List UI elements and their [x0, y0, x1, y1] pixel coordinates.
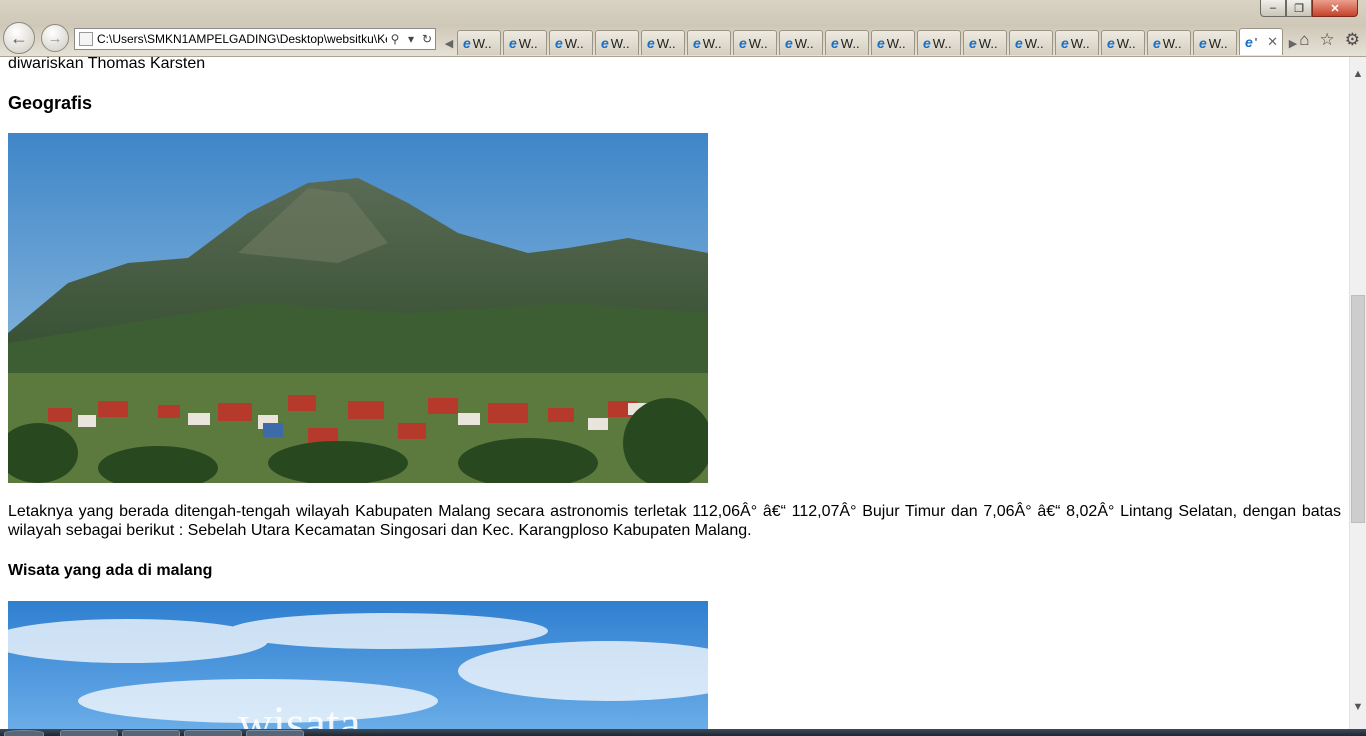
taskbar-app[interactable]: [184, 730, 242, 736]
browser-toolbar: – ❐ ✕ ← → C:\Users\SMKN1AMPELGADING\Desk…: [0, 0, 1366, 57]
mountain-photo: [8, 133, 708, 483]
wisata-photo: wisata: [8, 601, 708, 729]
browser-tab[interactable]: e W..: [1193, 30, 1237, 55]
taskbar-app[interactable]: [246, 730, 304, 736]
arrow-left-icon: ←: [10, 27, 28, 48]
ie-page-icon: e: [509, 35, 517, 51]
address-input[interactable]: C:\Users\SMKN1AMPELGADING\Desktop\websit…: [97, 32, 387, 46]
address-bar[interactable]: C:\Users\SMKN1AMPELGADING\Desktop\websit…: [74, 28, 436, 50]
close-window-button[interactable]: ✕: [1312, 0, 1358, 17]
tab-label: W..: [1070, 35, 1090, 51]
tab-label: W..: [1208, 35, 1228, 51]
browser-tab[interactable]: e W..: [687, 30, 731, 55]
refresh-icon[interactable]: ↻: [419, 32, 435, 46]
browser-tools: ⌂ ☆ ⚙: [1299, 30, 1360, 50]
ie-page-icon: e: [923, 35, 931, 51]
home-icon[interactable]: ⌂: [1299, 30, 1309, 50]
browser-tab[interactable]: e W..: [1147, 30, 1191, 55]
ie-page-icon: e: [831, 35, 839, 51]
tab-strip: ◀ e W.. e W.. e W.. e W.. e W.. e W.. e W.. e W.. e W.. e W…: [441, 27, 1301, 55]
tab-label: W..: [472, 35, 492, 51]
ie-page-icon: e: [693, 35, 701, 51]
browser-tab[interactable]: e W..: [457, 30, 501, 55]
ie-page-icon: e: [739, 35, 747, 51]
tab-label: W..: [1024, 35, 1044, 51]
browser-tab[interactable]: e W..: [963, 30, 1007, 55]
tab-label: ': [1254, 34, 1258, 50]
ie-page-icon: e: [1153, 35, 1161, 51]
heading-wisata: Wisata yang ada di malang: [8, 562, 213, 579]
scroll-up-icon[interactable]: ▲: [1350, 65, 1366, 82]
browser-tab[interactable]: e W..: [549, 30, 593, 55]
dropdown-icon[interactable]: ▾: [403, 32, 419, 46]
ie-page-icon: e: [1107, 35, 1115, 51]
ie-page-icon: e: [877, 35, 885, 51]
taskbar-app[interactable]: [122, 730, 180, 736]
ie-page-icon: e: [1061, 35, 1069, 51]
forward-button[interactable]: →: [41, 24, 69, 52]
browser-tab[interactable]: e W..: [917, 30, 961, 55]
tab-label: W..: [1116, 35, 1136, 51]
browser-tab[interactable]: e W..: [503, 30, 547, 55]
page-content: diwariskan Thomas Karsten Geografis Leta…: [8, 57, 1341, 729]
scroll-down-icon[interactable]: ▼: [1350, 698, 1366, 715]
wisata-photo-text: wisata: [238, 697, 361, 729]
tab-label: W..: [702, 35, 722, 51]
search-icon[interactable]: ⚲: [387, 32, 403, 46]
scroll-thumb[interactable]: [1351, 295, 1365, 523]
start-button[interactable]: [4, 730, 44, 736]
ie-page-icon: e: [785, 35, 793, 51]
ie-page-icon: e: [555, 35, 563, 51]
tab-label: W..: [978, 35, 998, 51]
tab-label: W..: [840, 35, 860, 51]
tab-label: W..: [610, 35, 630, 51]
tab-label: W..: [564, 35, 584, 51]
tab-label: W..: [656, 35, 676, 51]
tab-scroll-left-icon[interactable]: ◀: [441, 31, 457, 55]
tab-label: W..: [886, 35, 906, 51]
ie-page-icon: e: [647, 35, 655, 51]
ie-page-icon: e: [1199, 35, 1207, 51]
heading-geografis: Geografis: [8, 93, 93, 113]
browser-tab[interactable]: e W..: [1055, 30, 1099, 55]
geografis-paragraph: Letaknya yang berada ditengah-tengah wil…: [8, 503, 1341, 539]
tab-label: W..: [932, 35, 952, 51]
restore-button[interactable]: ❐: [1286, 0, 1312, 17]
tab-label: W..: [1162, 35, 1182, 51]
browser-tab[interactable]: e W..: [871, 30, 915, 55]
vertical-scrollbar[interactable]: ▲ ▼: [1349, 57, 1366, 729]
text-line: diwariskan Thomas Karsten: [8, 57, 206, 72]
ie-page-icon: e: [463, 35, 471, 51]
page-favicon-icon: [79, 32, 93, 46]
page-viewport: diwariskan Thomas Karsten Geografis Leta…: [0, 57, 1349, 729]
tab-label: W..: [748, 35, 768, 51]
browser-tab[interactable]: e W..: [1101, 30, 1145, 55]
tab-label: W..: [794, 35, 814, 51]
window-controls: – ❐ ✕: [1260, 0, 1358, 17]
browser-tab[interactable]: e W..: [733, 30, 777, 55]
gear-icon[interactable]: ⚙: [1345, 30, 1360, 50]
browser-tab[interactable]: e ' ✕: [1239, 28, 1283, 55]
favorites-star-icon[interactable]: ☆: [1320, 30, 1335, 50]
arrow-right-icon: →: [47, 29, 63, 47]
taskbar-app[interactable]: [60, 730, 118, 736]
minimize-button[interactable]: –: [1260, 0, 1286, 17]
ie-page-icon: e: [1245, 34, 1253, 50]
ie-page-icon: e: [1015, 35, 1023, 51]
browser-tab[interactable]: e W..: [595, 30, 639, 55]
browser-tab[interactable]: e W..: [779, 30, 823, 55]
browser-tab[interactable]: e W..: [825, 30, 869, 55]
browser-tab[interactable]: e W..: [1009, 30, 1053, 55]
tab-label: W..: [518, 35, 538, 51]
taskbar: [0, 729, 1366, 736]
ie-page-icon: e: [969, 35, 977, 51]
close-tab-icon[interactable]: ✕: [1267, 34, 1278, 50]
ie-page-icon: e: [601, 35, 609, 51]
back-button[interactable]: ←: [3, 22, 35, 54]
browser-tab[interactable]: e W..: [641, 30, 685, 55]
